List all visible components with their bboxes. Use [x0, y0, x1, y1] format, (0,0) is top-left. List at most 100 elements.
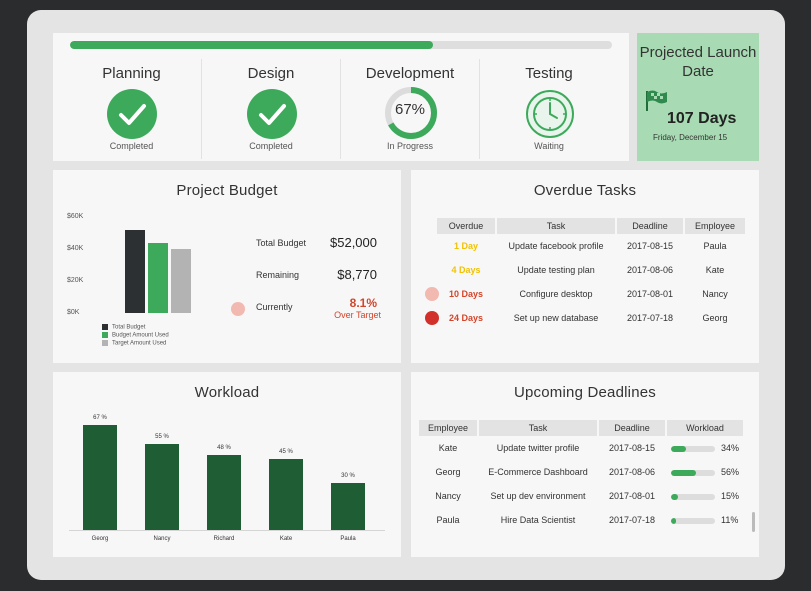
flag-icon	[646, 90, 667, 111]
col-employee[interactable]: Employee	[419, 420, 477, 436]
legend-budget-used: Budget Amount Used	[102, 332, 169, 339]
table-row[interactable]: Kate Update twitter profile 2017-08-15 34%	[419, 436, 743, 460]
overdue-cell: 4 Days	[437, 258, 495, 282]
legend-swatch	[102, 340, 108, 346]
task-cell: Update testing plan	[517, 265, 595, 275]
workload-value-label: 67 %	[93, 414, 107, 421]
workload-percent: 56%	[721, 467, 740, 477]
workload-bar	[671, 493, 715, 500]
budget-title: Project Budget	[176, 182, 278, 199]
workload-value-label: 55 %	[155, 433, 169, 440]
phase-planning[interactable]: Planning Completed	[62, 59, 201, 159]
col-employee[interactable]: Employee	[685, 218, 745, 234]
progress-percent: 67%	[394, 101, 426, 118]
total-budget-label: Total Budget	[256, 238, 307, 248]
overdue-cell: 1 Day	[437, 234, 495, 258]
col-deadline[interactable]: Deadline	[599, 420, 665, 436]
overdue-cell: 10 Days	[425, 282, 495, 306]
scrollbar[interactable]	[752, 512, 755, 532]
dashboard-frame: Planning Completed Design Completed Deve…	[27, 10, 785, 580]
table-header-row: Employee Task Deadline Workload	[419, 420, 744, 436]
phase-name: Development	[365, 65, 455, 82]
overdue-days: 24 Days	[448, 313, 484, 323]
deadline-cell: 2017-08-01	[626, 289, 674, 299]
workload-bar[interactable]	[145, 443, 179, 530]
employee-cell: Georg	[435, 467, 461, 477]
legend-label: Budget Amount Used	[112, 332, 169, 339]
launch-days: 107 Days	[667, 110, 737, 127]
col-task[interactable]: Task	[497, 218, 615, 234]
status-dot	[231, 302, 245, 316]
legend-swatch	[102, 324, 108, 330]
x-axis-line	[69, 530, 385, 531]
overdue-days: 10 Days	[448, 289, 484, 299]
workload-bar-fill	[671, 445, 686, 452]
over-target-label: Over Target	[334, 310, 381, 320]
table-row[interactable]: Paula Hire Data Scientist 2017-07-18 11%	[419, 508, 743, 532]
workload-percent: 15%	[721, 491, 740, 501]
col-task[interactable]: Task	[479, 420, 597, 436]
phase-design[interactable]: Design Completed	[201, 59, 340, 159]
overdue-cell: 24 Days	[425, 306, 495, 330]
employee-cell: Kate	[705, 265, 725, 275]
workload-bar	[671, 469, 715, 476]
phase-name: Planning	[102, 65, 161, 82]
budget-bar[interactable]	[125, 229, 145, 313]
deadline-cell: 2017-08-15	[608, 443, 656, 453]
workload-panel: Workload 67 % Georg 55 % Nancy 48 % Richard 45…	[53, 372, 401, 557]
workload-cell: 34%	[667, 436, 743, 460]
col-overdue[interactable]: Overdue	[437, 218, 495, 234]
table-row[interactable]: Georg E-Commerce Dashboard 2017-08-06 56%	[419, 460, 743, 484]
workload-bar	[671, 445, 715, 452]
legend-label: Target Amount Used	[112, 340, 167, 347]
workload-category-label: Georg	[91, 536, 109, 542]
workload-bar-fill	[671, 493, 678, 500]
table-row[interactable]: 24 Days Set up new database 2017-07-18 Geor…	[425, 306, 745, 330]
task-cell: Update twitter profile	[496, 443, 580, 453]
workload-bar[interactable]	[331, 482, 365, 530]
table-row[interactable]: 10 Days Configure desktop 2017-08-01 Nancy	[425, 282, 745, 306]
overall-progress-bar	[70, 41, 612, 49]
workload-percent: 11%	[721, 515, 739, 525]
overdue-tasks-panel: Overdue Tasks Overdue Task Deadline Empl…	[411, 170, 759, 363]
workload-bar[interactable]	[207, 454, 241, 530]
phase-status: Completed	[249, 141, 293, 151]
col-deadline[interactable]: Deadline	[617, 218, 683, 234]
clock-icon	[526, 90, 574, 138]
employee-cell: Kate	[438, 443, 458, 453]
workload-bar[interactable]	[83, 424, 117, 530]
overdue-title: Overdue Tasks	[533, 182, 637, 199]
phase-development[interactable]: Development 67% In Progress	[340, 59, 479, 159]
table-row[interactable]: 4 Days Update testing plan 2017-08-06 Kate	[437, 258, 745, 282]
employee-cell: Paula	[436, 515, 460, 525]
overdue-days: 4 Days	[451, 265, 481, 275]
table-row[interactable]: Nancy Set up dev environment 2017-08-01 15%	[419, 484, 743, 508]
col-workload[interactable]: Workload	[667, 420, 744, 436]
deadline-cell: 2017-08-06	[626, 265, 674, 275]
overdue-days: 1 Day	[453, 241, 479, 251]
overdue-table: Overdue Task Deadline Employee 1 Day Upda…	[425, 218, 747, 330]
legend-label: Total Budget	[112, 324, 146, 331]
workload-category-label: Nancy	[153, 536, 171, 542]
legend-swatch	[102, 332, 108, 338]
workload-category-label: Kate	[279, 536, 293, 542]
status-dot	[425, 287, 439, 301]
budget-bar[interactable]	[171, 249, 191, 313]
deadline-cell: 2017-08-01	[608, 491, 656, 501]
check-icon	[107, 89, 157, 139]
deadline-cell: 2017-08-06	[608, 467, 656, 477]
workload-bar[interactable]	[269, 459, 303, 530]
workload-bar	[671, 517, 715, 524]
launch-date-panel: Projected Launch Date 107 Days Friday, D…	[637, 33, 759, 161]
task-cell: E-Commerce Dashboard	[488, 467, 588, 477]
remaining-label: Remaining	[256, 270, 300, 280]
employee-cell: Georg	[702, 313, 728, 323]
workload-cell: 11%	[667, 508, 743, 532]
phase-testing[interactable]: Testing Waiting	[479, 59, 618, 159]
workload-bar-fill	[671, 517, 676, 524]
table-row[interactable]: 1 Day Update facebook profile 2017-08-15 Pa…	[437, 234, 745, 258]
task-cell: Set up dev environment	[490, 491, 586, 501]
budget-bar[interactable]	[148, 243, 168, 313]
y-tick: $0K	[67, 309, 80, 316]
task-cell: Update facebook profile	[508, 241, 604, 251]
